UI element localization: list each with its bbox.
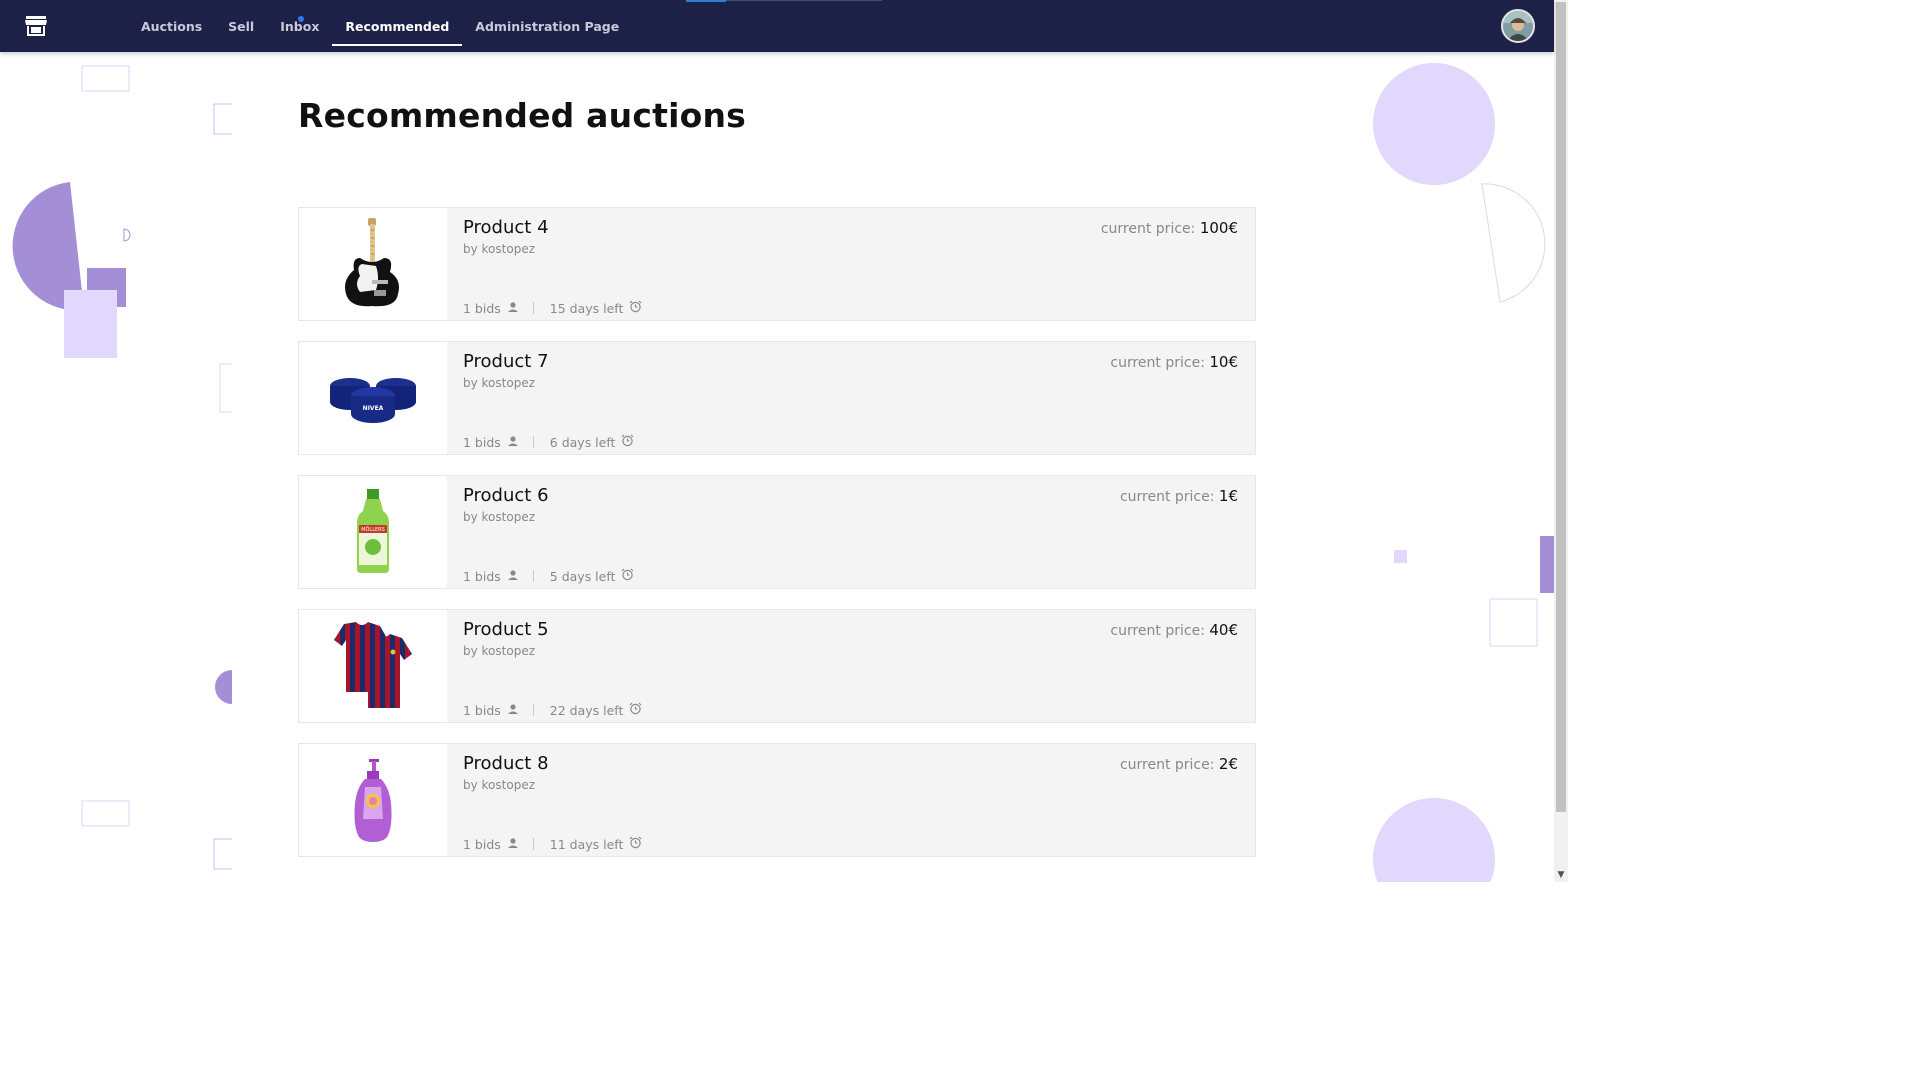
auction-meta: 1 bids 6 days left bbox=[463, 434, 634, 450]
alarm-clock-icon bbox=[623, 300, 642, 316]
user-avatar[interactable] bbox=[1501, 9, 1535, 43]
auction-meta: 1 bids 5 days left bbox=[463, 568, 634, 584]
bid-count: 1 bids bbox=[463, 836, 501, 852]
svg-text:MÖLLERS: MÖLLERS bbox=[361, 526, 385, 533]
time-left: 11 days left bbox=[549, 836, 624, 852]
electric-guitar-image bbox=[299, 208, 447, 320]
inbox-notification-dot bbox=[298, 16, 304, 22]
page-title: Recommended auctions bbox=[298, 96, 747, 135]
alarm-clock-icon bbox=[623, 702, 642, 718]
current-price: current price: 2€ bbox=[1120, 755, 1238, 773]
price-value: 40€ bbox=[1209, 621, 1238, 639]
divider bbox=[532, 838, 534, 850]
loading-indicator bbox=[686, 0, 726, 2]
bid-count: 1 bids bbox=[463, 702, 501, 718]
nav-item-auctions[interactable]: Auctions bbox=[128, 0, 215, 52]
auction-card[interactable]: Product 8 by kostopez current price: 2€ … bbox=[298, 743, 1256, 857]
auction-meta: 1 bids 15 days left bbox=[463, 300, 642, 316]
product-seller: by kostopez bbox=[463, 644, 535, 658]
cream-tins-image: NIVEA bbox=[299, 342, 447, 454]
page-scrollbar[interactable]: ▼ bbox=[1554, 0, 1568, 882]
price-label: current price: bbox=[1119, 757, 1215, 773]
product-seller: by kostopez bbox=[463, 376, 535, 390]
scroll-down-arrow-icon[interactable]: ▼ bbox=[1554, 868, 1568, 882]
auction-meta: 1 bids 11 days left bbox=[463, 836, 642, 852]
nav-item-recommended[interactable]: Recommended bbox=[332, 0, 463, 52]
divider bbox=[532, 436, 534, 448]
scrollbar-thumb[interactable] bbox=[1556, 2, 1566, 812]
nav-item-sell[interactable]: Sell bbox=[215, 0, 267, 52]
product-seller: by kostopez bbox=[463, 242, 535, 256]
price-value: 10€ bbox=[1209, 353, 1238, 371]
green-bottle-image: MÖLLERS bbox=[299, 476, 447, 588]
nav-item-administration[interactable]: Administration Page bbox=[462, 0, 632, 52]
auction-meta: 1 bids 22 days left bbox=[463, 702, 642, 718]
person-icon bbox=[501, 301, 519, 316]
nav-item-inbox[interactable]: Inbox bbox=[267, 0, 332, 52]
product-seller: by kostopez bbox=[463, 778, 535, 792]
price-value: 1€ bbox=[1218, 487, 1238, 505]
alarm-clock-icon bbox=[615, 568, 634, 584]
football-jersey-image bbox=[299, 610, 447, 722]
product-name[interactable]: Product 7 bbox=[463, 351, 549, 372]
divider bbox=[532, 570, 534, 582]
price-label: current price: bbox=[1119, 489, 1215, 505]
price-value: 2€ bbox=[1218, 755, 1238, 773]
current-price: current price: 1€ bbox=[1120, 487, 1238, 505]
person-icon bbox=[501, 569, 519, 584]
divider bbox=[532, 704, 534, 716]
time-left: 15 days left bbox=[549, 300, 624, 316]
time-left: 6 days left bbox=[549, 434, 616, 450]
divider bbox=[532, 302, 534, 314]
alarm-clock-icon bbox=[623, 836, 642, 852]
auction-card[interactable]: Product 5 by kostopez current price: 40€… bbox=[298, 609, 1256, 723]
nav-links: Auctions Sell Inbox Recommended Administ… bbox=[128, 0, 632, 52]
price-label: current price: bbox=[1110, 355, 1205, 371]
store-icon[interactable] bbox=[24, 14, 48, 38]
product-name[interactable]: Product 5 bbox=[463, 619, 549, 640]
current-price: current price: 100€ bbox=[1101, 219, 1238, 237]
bid-count: 1 bids bbox=[463, 434, 501, 450]
loading-track bbox=[726, 0, 882, 1]
top-navbar: Auctions Sell Inbox Recommended Administ… bbox=[0, 0, 1554, 52]
product-name[interactable]: Product 8 bbox=[463, 753, 549, 774]
price-label: current price: bbox=[1110, 623, 1205, 639]
time-left: 22 days left bbox=[549, 702, 624, 718]
product-name[interactable]: Product 6 bbox=[463, 485, 549, 506]
price-value: 100€ bbox=[1199, 219, 1238, 237]
person-icon bbox=[501, 703, 519, 718]
person-icon bbox=[501, 435, 519, 450]
auction-card[interactable]: MÖLLERS Product 6 by kostopez current pr… bbox=[298, 475, 1256, 589]
current-price: current price: 40€ bbox=[1110, 621, 1238, 639]
time-left: 5 days left bbox=[549, 568, 616, 584]
product-name[interactable]: Product 4 bbox=[463, 217, 549, 238]
product-seller: by kostopez bbox=[463, 510, 535, 524]
auction-card[interactable]: NIVEA Product 7 by kostopez current pric… bbox=[298, 341, 1256, 455]
person-icon bbox=[501, 837, 519, 852]
alarm-clock-icon bbox=[615, 434, 634, 450]
shampoo-bottle-image bbox=[299, 744, 447, 856]
auction-card[interactable]: Product 4 by kostopez current price: 100… bbox=[298, 207, 1256, 321]
svg-text:NIVEA: NIVEA bbox=[363, 405, 384, 412]
price-label: current price: bbox=[1100, 221, 1196, 237]
auction-list: Product 4 by kostopez current price: 100… bbox=[298, 207, 1256, 877]
bid-count: 1 bids bbox=[463, 300, 501, 316]
bid-count: 1 bids bbox=[463, 568, 501, 584]
current-price: current price: 10€ bbox=[1110, 353, 1238, 371]
